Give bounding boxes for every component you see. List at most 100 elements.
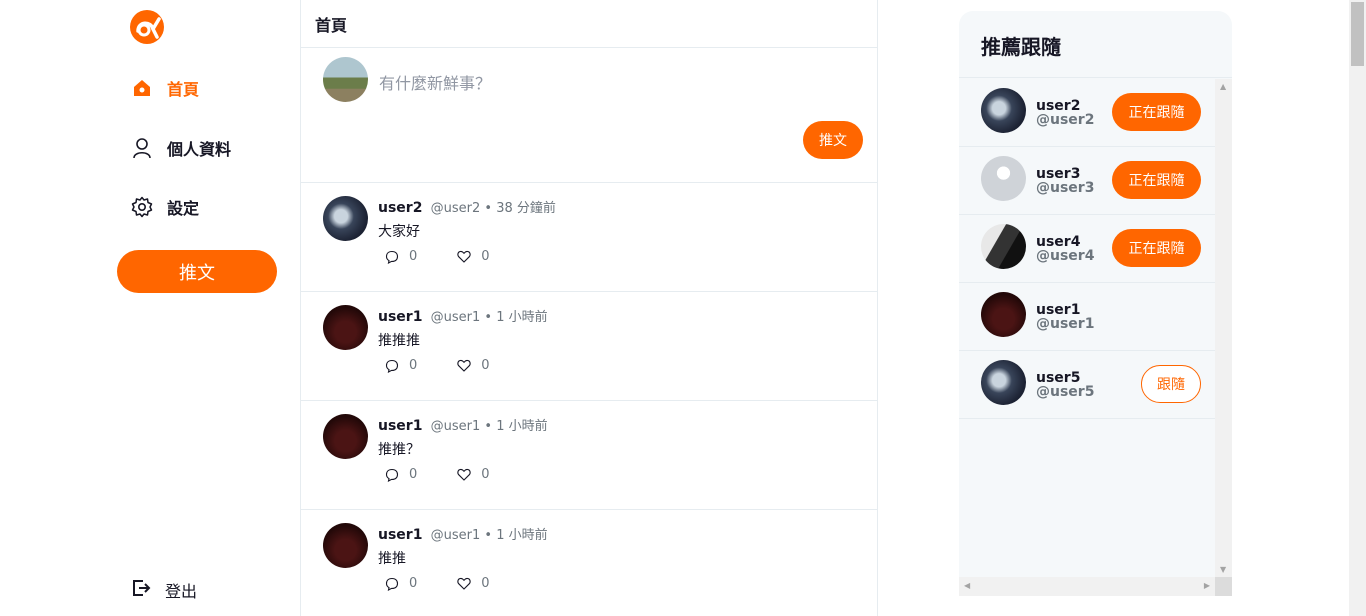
like-count: 0 [481, 467, 490, 482]
meta-separator: • [484, 310, 493, 325]
tweet-item[interactable]: user2 @user2 • 38 分鐘前 大家好 0 0 [301, 183, 877, 292]
list-item[interactable]: user1 @user1 [959, 283, 1215, 351]
like-button[interactable]: 0 [457, 467, 490, 482]
list-item[interactable]: user5 @user5 跟隨 [959, 351, 1215, 419]
reply-count: 0 [409, 249, 418, 264]
sidebar-item-label: 首頁 [167, 80, 200, 99]
tweet-content: 推推？ [378, 442, 420, 458]
avatar[interactable] [323, 414, 368, 459]
like-count: 0 [481, 576, 490, 591]
following-button[interactable]: 正在跟隨 [1112, 229, 1201, 267]
tweet-input[interactable]: 有什麼新鮮事？ [379, 70, 491, 94]
tweet-author-handle: @user1 [430, 310, 481, 325]
tweet-author-handle: @user1 [430, 419, 481, 434]
sidebar-nav: 首頁 個人資料 設定 推文 登出 [117, 0, 300, 616]
tweet-meta: user2 @user2 • 38 分鐘前 [378, 197, 556, 216]
post-tweet-button[interactable]: 推文 [803, 121, 863, 159]
user-handle: @user1 [1036, 316, 1095, 332]
following-button[interactable]: 正在跟隨 [1112, 161, 1201, 199]
scroll-up-arrow-icon[interactable]: ▲ [1220, 82, 1226, 91]
avatar[interactable] [981, 88, 1026, 133]
tweet-content: 推推推 [378, 333, 420, 349]
sidebar-item-settings[interactable]: 設定 [131, 195, 199, 219]
panel-horizontal-scrollbar[interactable]: ◀ ▶ [959, 577, 1215, 596]
user-icon [131, 137, 153, 159]
following-button[interactable]: 正在跟隨 [1112, 93, 1201, 131]
reply-count: 0 [409, 358, 418, 373]
tweet-content: 推推 [378, 551, 406, 567]
tweet-author-name[interactable]: user1 [378, 527, 422, 543]
panel-vertical-scrollbar[interactable]: ▲ ▼ [1215, 79, 1232, 577]
tweet-author-name[interactable]: user2 [378, 200, 422, 216]
follow-list: user2 @user2 正在跟隨 user3 @user3 正在跟隨 user… [959, 79, 1215, 419]
reply-button[interactable]: 0 [385, 249, 417, 264]
comment-icon [385, 577, 399, 591]
heart-icon [457, 468, 471, 481]
avatar[interactable] [981, 156, 1026, 201]
reply-button[interactable]: 0 [385, 576, 417, 591]
user-handle: @user3 [1036, 180, 1095, 196]
tweet-author-name[interactable]: user1 [378, 309, 422, 325]
scroll-left-arrow-icon[interactable]: ◀ [964, 581, 970, 590]
comment-icon [385, 468, 399, 482]
scrollbar-corner [1215, 577, 1232, 596]
tweet-author-handle: @user1 [430, 528, 481, 543]
like-button[interactable]: 0 [457, 249, 490, 264]
tweet-item[interactable]: user1 @user1 • 1 小時前 推推推 0 0 [301, 292, 877, 401]
tweet-meta: user1 @user1 • 1 小時前 [378, 524, 548, 543]
gear-icon [131, 196, 153, 218]
page-scrollbar-thumb[interactable] [1351, 2, 1364, 66]
heart-icon [457, 359, 471, 372]
avatar[interactable] [323, 305, 368, 350]
like-button[interactable]: 0 [457, 358, 490, 373]
list-item[interactable]: user2 @user2 正在跟隨 [959, 79, 1215, 147]
tweet-time: 1 小時前 [496, 310, 548, 325]
page-scrollbar[interactable] [1349, 0, 1366, 616]
panel-title: 推薦跟隨 [959, 11, 1232, 78]
tweet-item[interactable]: user1 @user1 • 1 小時前 推推 0 0 [301, 510, 877, 616]
tweet-time: 38 分鐘前 [496, 201, 556, 216]
user-handle: @user5 [1036, 384, 1095, 400]
like-count: 0 [481, 249, 490, 264]
reply-button[interactable]: 0 [385, 467, 417, 482]
tweet-author-handle: @user2 [430, 201, 481, 216]
comment-icon [385, 250, 399, 264]
user-handle: @user2 [1036, 112, 1095, 128]
home-icon [131, 77, 153, 99]
heart-icon [457, 250, 471, 263]
tweet-meta: user1 @user1 • 1 小時前 [378, 415, 548, 434]
sidebar-item-profile[interactable]: 個人資料 [131, 136, 231, 160]
list-item[interactable]: user3 @user3 正在跟隨 [959, 147, 1215, 215]
meta-separator: • [484, 201, 493, 216]
tweet-button[interactable]: 推文 [117, 250, 277, 293]
sidebar-item-label: 設定 [167, 199, 200, 218]
avatar[interactable] [323, 196, 368, 241]
logout-button[interactable]: 登出 [131, 578, 197, 602]
tweet-meta: user1 @user1 • 1 小時前 [378, 306, 548, 325]
tweet-item[interactable]: user1 @user1 • 1 小時前 推推？ 0 0 [301, 401, 877, 510]
scroll-right-arrow-icon[interactable]: ▶ [1204, 581, 1210, 590]
like-count: 0 [481, 358, 490, 373]
tweet-actions: 0 0 [385, 576, 490, 591]
avatar[interactable] [981, 360, 1026, 405]
app: 首頁 個人資料 設定 推文 登出 首頁 有什麼新鮮事？ 推文 user2 @us… [0, 0, 1366, 616]
main-feed: 首頁 有什麼新鮮事？ 推文 user2 @user2 • 38 分鐘前 大家好 … [300, 0, 878, 616]
avatar[interactable] [981, 224, 1026, 269]
like-button[interactable]: 0 [457, 576, 490, 591]
list-item[interactable]: user4 @user4 正在跟隨 [959, 215, 1215, 283]
tweet-author-name[interactable]: user1 [378, 418, 422, 434]
heart-icon [457, 577, 471, 590]
scroll-down-arrow-icon[interactable]: ▼ [1220, 565, 1226, 574]
reply-button[interactable]: 0 [385, 358, 417, 373]
tweet-content: 大家好 [378, 224, 420, 240]
tweet-composer: 有什麼新鮮事？ 推文 [301, 48, 877, 183]
logo-icon[interactable] [129, 9, 165, 45]
avatar[interactable] [323, 523, 368, 568]
follow-button[interactable]: 跟隨 [1141, 365, 1201, 403]
sidebar-item-home[interactable]: 首頁 [131, 76, 199, 100]
meta-separator: • [484, 528, 493, 543]
avatar[interactable] [981, 292, 1026, 337]
logout-label: 登出 [165, 582, 198, 601]
recommended-follow-panel: 推薦跟隨 user2 @user2 正在跟隨 user3 @user3 正在跟隨… [959, 11, 1232, 596]
comment-icon [385, 359, 399, 373]
